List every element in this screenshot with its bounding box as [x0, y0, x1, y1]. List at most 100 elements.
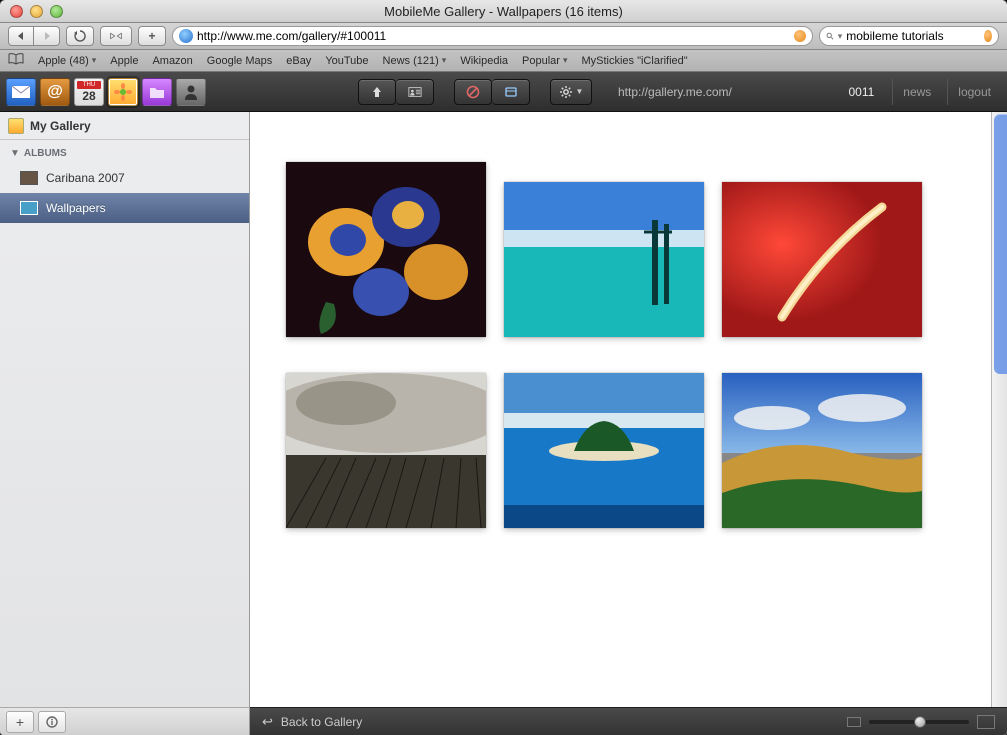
bookmark-item[interactable]: News (121)▾ [383, 55, 447, 67]
back-to-gallery-link[interactable]: Back to Gallery [281, 715, 362, 729]
bowtie-icon [110, 30, 122, 42]
vertical-scrollbar[interactable] [991, 112, 1007, 707]
bookmark-item[interactable]: Amazon [152, 55, 192, 67]
window-titlebar: MobileMe Gallery - Wallpapers (16 items) [0, 0, 1007, 23]
sidebar-footer: + [0, 707, 250, 735]
send-to-button[interactable] [492, 79, 530, 105]
chevron-down-icon: ▾ [838, 31, 843, 42]
gallery-item[interactable]: MobileMe Photo: Wallpapers [286, 182, 486, 337]
reload-button[interactable] [66, 26, 94, 46]
photo-thumbnail [286, 373, 486, 528]
small-thumb-icon[interactable] [847, 717, 861, 727]
browser-toolbar: + ▾ [0, 23, 1007, 50]
hide-button[interactable] [454, 79, 492, 105]
info-icon [46, 716, 58, 728]
calendar-app-button[interactable]: THU 28 [74, 78, 104, 106]
address-card-icon [408, 85, 422, 99]
window-title: MobileMe Gallery - Wallpapers (16 items) [0, 4, 1007, 19]
search-input[interactable] [846, 29, 980, 43]
photo-thumbnail [504, 373, 704, 528]
gallery-footer: ↩ Back to Gallery [250, 707, 1007, 735]
no-entry-icon [466, 85, 480, 99]
bookmarks-bar: Apple (48)▾ Apple Amazon Google Maps eBa… [0, 50, 1007, 72]
large-thumb-icon[interactable] [977, 715, 995, 729]
add-album-button[interactable]: + [6, 711, 34, 733]
back-arrow-icon: ↩ [262, 714, 273, 730]
idisk-app-button[interactable] [142, 78, 172, 106]
section-label: ALBUMS [24, 148, 67, 159]
my-gallery-link[interactable]: My Gallery [0, 112, 249, 140]
tell-friend-button[interactable] [396, 79, 434, 105]
news-link[interactable]: news [892, 79, 941, 105]
album-label: Caribana 2007 [46, 171, 125, 185]
info-button[interactable] [38, 711, 66, 733]
photo-thumbnail [504, 182, 704, 337]
bookmark-item[interactable]: MyStickies "iClarified" [581, 55, 687, 67]
minimize-window-button[interactable] [30, 5, 43, 18]
chevron-down-icon: ▾ [563, 55, 568, 66]
forward-button[interactable] [34, 26, 60, 46]
rss-icon[interactable] [794, 30, 806, 42]
upload-arrow-icon [370, 85, 384, 99]
gallery-app-button[interactable] [108, 78, 138, 106]
chevron-down-icon: ▾ [442, 55, 447, 66]
snapback-icon[interactable] [984, 30, 992, 42]
contacts-app-button[interactable]: @ [40, 78, 70, 106]
bookmark-item[interactable]: Popular▾ [522, 55, 567, 67]
size-slider[interactable] [869, 720, 969, 724]
scrollbar-thumb[interactable] [994, 114, 1007, 374]
thumbnail-size-control [847, 715, 995, 729]
calendar-day-label: THU [77, 81, 101, 89]
search-field[interactable]: ▾ [819, 26, 999, 46]
show-bookmarks-button[interactable] [8, 53, 24, 68]
folder-icon [149, 85, 165, 99]
open-book-icon [8, 53, 24, 65]
sidebar-album-item[interactable]: Caribana 2007 [0, 163, 249, 193]
bookmark-label: Wikipedia [460, 55, 508, 67]
back-button[interactable] [8, 26, 34, 46]
plus-icon: + [148, 29, 155, 43]
sunflower-icon [114, 83, 132, 101]
triangle-left-icon [15, 30, 27, 42]
bookmark-label: eBay [286, 55, 311, 67]
add-bookmark-button[interactable]: + [138, 26, 166, 46]
bookmark-item[interactable]: Wikipedia [460, 55, 508, 67]
calendar-date-label: 28 [82, 89, 95, 103]
photo-thumbnail [286, 162, 486, 337]
bookmark-label: MyStickies "iClarified" [581, 55, 687, 67]
bookmark-item[interactable]: Google Maps [207, 55, 272, 67]
gallery-item[interactable]: 00754_dramaticsky_1280x800 [286, 373, 486, 528]
zoom-window-button[interactable] [50, 5, 63, 18]
gallery-item[interactable]: 00652_leaf06_1280x800 [722, 182, 922, 337]
address-bar[interactable] [172, 26, 813, 46]
bookmark-label: News (121) [383, 55, 439, 67]
album-thumbnail-icon [20, 171, 38, 185]
gallery-item[interactable]: img33 [722, 373, 922, 528]
account-app-button[interactable] [176, 78, 206, 106]
person-icon [184, 84, 198, 100]
bookmark-item[interactable]: Apple [110, 55, 138, 67]
logout-link[interactable]: logout [947, 79, 1001, 105]
gallery-item[interactable]: 00988_paradiselost_1280x800 [504, 373, 704, 528]
albums-section-header[interactable]: ▼ ALBUMS [0, 140, 249, 163]
upload-button[interactable] [358, 79, 396, 105]
gallery-item[interactable]: 00715_driftin_1280x800 [504, 182, 704, 337]
bookmark-item[interactable]: YouTube [325, 55, 368, 67]
gallery-icon [8, 118, 24, 134]
public-url-label: http://gallery.me.com/ [618, 85, 732, 99]
envelope-icon [12, 86, 30, 98]
bookmark-label: YouTube [325, 55, 368, 67]
sidebar-album-item[interactable]: Wallpapers [0, 193, 249, 223]
magnifier-icon [826, 30, 834, 42]
photo-thumbnail [722, 373, 922, 528]
settings-menu-button[interactable]: ▼ [550, 79, 592, 105]
bookmark-label: Apple (48) [38, 55, 89, 67]
url-input[interactable] [197, 29, 790, 43]
slider-knob[interactable] [914, 716, 926, 728]
mail-app-button[interactable] [6, 78, 36, 106]
bookmark-item[interactable]: Apple (48)▾ [38, 55, 96, 67]
close-window-button[interactable] [10, 5, 23, 18]
plus-icon: + [16, 714, 24, 730]
bonjour-button[interactable] [100, 26, 132, 46]
bookmark-item[interactable]: eBay [286, 55, 311, 67]
